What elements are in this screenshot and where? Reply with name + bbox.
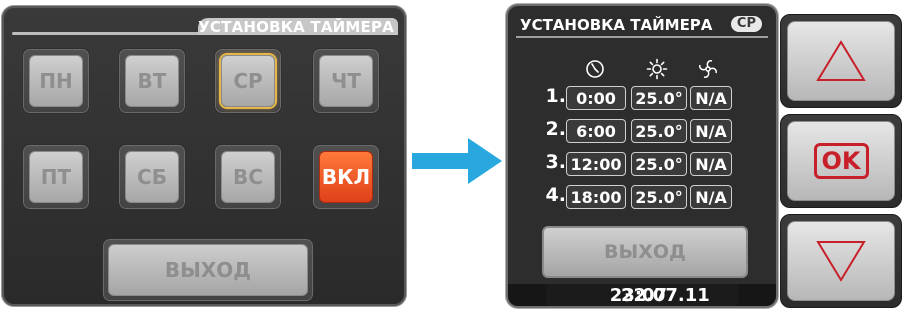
row-number: 1.: [545, 85, 566, 107]
status-time: 23:07: [609, 284, 668, 306]
day-button-wed[interactable]: СР: [214, 48, 282, 114]
up-button-face: [787, 21, 895, 101]
timer-schedule-screen: УСТАНОВКА ТАЙМЕРА СР 1. 0:00 25.0° N/A 2…: [508, 6, 776, 306]
fan-mode-field[interactable]: N/A: [690, 185, 732, 209]
day-label: ПН: [29, 55, 83, 107]
day-button-sun[interactable]: ВС: [214, 144, 282, 210]
temperature-field[interactable]: 25.0°: [631, 185, 687, 209]
title-divider: [516, 36, 768, 38]
fan-mode-field[interactable]: N/A: [690, 152, 732, 176]
exit-label: ВЫХОД: [108, 244, 308, 296]
row-number: 3.: [545, 151, 566, 173]
fan-mode-field[interactable]: N/A: [690, 86, 732, 110]
day-button-tue[interactable]: ВТ: [118, 48, 186, 114]
fan-icon: [697, 58, 719, 80]
day-label: СР: [221, 55, 275, 107]
screen-title: УСТАНОВКА ТАЙМЕРА: [520, 16, 713, 34]
day-button-thu[interactable]: ЧТ: [312, 48, 380, 114]
day-button-sat[interactable]: СБ: [118, 144, 186, 210]
row-number: 4.: [545, 184, 566, 206]
temperature-field[interactable]: 25.0°: [631, 119, 687, 143]
fan-mode-field[interactable]: N/A: [690, 119, 732, 143]
day-button-fri[interactable]: ПТ: [22, 144, 90, 210]
triangle-down-icon: [816, 241, 866, 282]
day-select-panel: УСТАНОВКА ТАЙМЕРА ПН ВТ СР ЧТ ПТ СБ ВС В…: [2, 6, 406, 306]
temperature-field[interactable]: 25.0°: [631, 152, 687, 176]
time-field[interactable]: 6:00: [566, 119, 626, 143]
ok-button[interactable]: OK: [780, 114, 902, 208]
day-label: СБ: [125, 151, 179, 203]
day-label: ЧТ: [319, 55, 373, 107]
ok-button-face: OK: [787, 121, 895, 201]
temperature-field[interactable]: 25.0°: [631, 86, 687, 110]
enable-button[interactable]: ВКЛ: [312, 144, 380, 210]
sun-icon: [646, 58, 668, 80]
time-field[interactable]: 18:00: [566, 185, 626, 209]
status-bar: 22.07.11 23:07: [508, 284, 776, 306]
day-badge: СР: [730, 16, 762, 32]
up-button[interactable]: [780, 14, 902, 108]
row-number: 2.: [545, 118, 566, 140]
day-label: ВС: [221, 151, 275, 203]
triangle-up-icon: [816, 40, 866, 81]
day-button-mon[interactable]: ПН: [22, 48, 90, 114]
clock-icon: [584, 58, 606, 80]
enable-label: ВКЛ: [319, 151, 373, 203]
time-field[interactable]: 0:00: [566, 86, 626, 110]
arrow-right-icon: [412, 138, 502, 184]
down-button-face: [787, 221, 895, 301]
ok-label: OK: [813, 143, 869, 179]
exit-button[interactable]: ВЫХОД: [542, 226, 748, 278]
exit-button[interactable]: ВЫХОД: [102, 238, 314, 302]
down-button[interactable]: [780, 214, 902, 308]
day-label: ПТ: [29, 151, 83, 203]
time-field[interactable]: 12:00: [566, 152, 626, 176]
panel-title: УСТАНОВКА ТАЙМЕРА: [198, 18, 394, 36]
day-label: ВТ: [125, 55, 179, 107]
